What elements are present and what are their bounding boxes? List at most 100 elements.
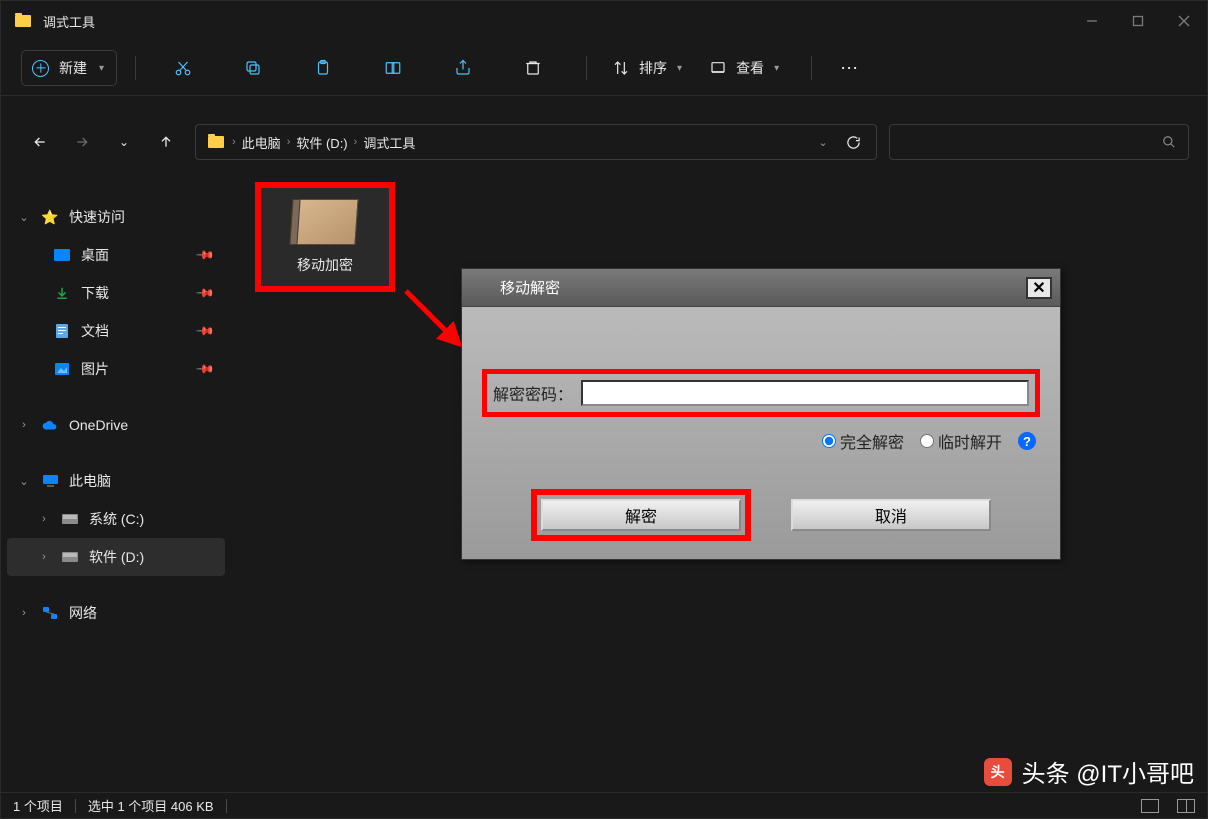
forward-button[interactable] xyxy=(61,122,103,162)
view-details-button[interactable] xyxy=(1141,799,1159,813)
titlebar: 调式工具 xyxy=(1,1,1207,41)
decrypt-dialog: 移动解密 ✕ 解密密码： 完全解密 临时解开 ? 解密 xyxy=(461,268,1061,560)
chevron-down-icon: ▾ xyxy=(774,63,779,74)
main-area: ⌄ ⭐ 快速访问 桌面 📌 下载 📌 文档 📌 图片 xyxy=(1,168,1207,792)
separator xyxy=(135,56,136,80)
folder-icon xyxy=(208,136,224,148)
chevron-down-icon: ▾ xyxy=(677,63,682,74)
more-button[interactable]: ⋯ xyxy=(830,58,870,79)
view-label: 查看 xyxy=(736,58,764,78)
pin-icon: 📌 xyxy=(195,283,215,303)
rename-button[interactable] xyxy=(368,48,418,88)
sidebar-item-desktop[interactable]: 桌面 📌 xyxy=(7,236,225,274)
sidebar-label: 软件 (D:) xyxy=(89,547,144,567)
pin-icon: 📌 xyxy=(195,359,215,379)
star-icon: ⭐ xyxy=(41,208,59,226)
window-title: 调式工具 xyxy=(43,12,95,31)
breadcrumb-folder[interactable]: 调式工具 xyxy=(357,133,421,152)
new-button[interactable]: 新建 ▾ xyxy=(21,50,117,86)
plus-icon xyxy=(32,60,49,77)
radio-full[interactable] xyxy=(822,434,836,448)
content-area[interactable]: 移动加密 移动解密 ✕ 解密密码： xyxy=(231,168,1207,792)
status-selected: 选中 1 个项目 406 KB xyxy=(88,796,214,815)
sidebar-label: OneDrive xyxy=(69,417,128,433)
separator xyxy=(75,799,76,813)
watermark-icon: 头 xyxy=(984,758,1012,786)
radio-temp[interactable] xyxy=(920,434,934,448)
watermark-text: 头条 @IT小哥吧 xyxy=(1022,754,1194,789)
password-row: 解密密码： xyxy=(482,369,1040,417)
option-temp-open[interactable]: 临时解开 xyxy=(920,429,1002,453)
sidebar-item-documents[interactable]: 文档 📌 xyxy=(7,312,225,350)
back-button[interactable] xyxy=(19,122,61,162)
sidebar-label: 系统 (C:) xyxy=(89,509,144,529)
share-button[interactable] xyxy=(438,48,488,88)
paste-button[interactable] xyxy=(298,48,348,88)
chevron-right-icon: › xyxy=(37,551,51,563)
sidebar-item-drive-d[interactable]: › 软件 (D:) xyxy=(7,538,225,576)
recent-button[interactable]: ⌄ xyxy=(103,122,145,162)
navbar: ⌄ › 此电脑 › 软件 (D:) › 调式工具 ⌄ xyxy=(1,116,1207,168)
new-button-label: 新建 xyxy=(59,58,87,78)
highlight-box: 解密 xyxy=(531,489,751,541)
separator xyxy=(586,56,587,80)
search-box[interactable] xyxy=(889,124,1189,160)
sidebar-item-this-pc[interactable]: ⌄ 此电脑 xyxy=(7,462,225,500)
view-tiles-button[interactable] xyxy=(1177,799,1195,813)
copy-button[interactable] xyxy=(228,48,278,88)
sidebar-item-downloads[interactable]: 下载 📌 xyxy=(7,274,225,312)
chevron-down-icon: ▾ xyxy=(99,63,104,74)
sidebar-label: 文档 xyxy=(81,321,109,341)
network-icon xyxy=(41,604,59,622)
view-button[interactable]: 查看 ▾ xyxy=(710,48,779,88)
maximize-button[interactable] xyxy=(1115,1,1161,41)
chevron-right-icon: › xyxy=(37,513,51,525)
status-item-count: 1 个项目 xyxy=(13,796,63,815)
sidebar: ⌄ ⭐ 快速访问 桌面 📌 下载 📌 文档 📌 图片 xyxy=(1,168,231,792)
sidebar-item-pictures[interactable]: 图片 📌 xyxy=(7,350,225,388)
cancel-button[interactable]: 取消 xyxy=(791,499,991,531)
sidebar-item-onedrive[interactable]: › OneDrive xyxy=(7,406,225,444)
file-explorer-window: 调式工具 新建 ▾ 排序 ▾ 查看 ▾ ⋯ xyxy=(0,0,1208,819)
chevron-down-icon: ⌄ xyxy=(17,211,31,224)
file-label: 移动加密 xyxy=(297,255,353,275)
dialog-titlebar[interactable]: 移动解密 ✕ xyxy=(462,269,1060,307)
drive-icon xyxy=(61,510,79,528)
delete-button[interactable] xyxy=(508,48,558,88)
chevron-right-icon: › xyxy=(17,419,31,431)
file-item-encrypted-folder[interactable]: 移动加密 xyxy=(255,182,395,292)
up-button[interactable] xyxy=(145,122,187,162)
sidebar-label: 下载 xyxy=(81,283,109,303)
dialog-buttons: 解密 取消 xyxy=(482,499,1040,545)
pc-icon xyxy=(41,472,59,490)
chevron-down-icon: ⌄ xyxy=(17,475,31,488)
dialog-close-button[interactable]: ✕ xyxy=(1026,277,1052,299)
cut-button[interactable] xyxy=(158,48,208,88)
help-icon[interactable]: ? xyxy=(1018,432,1036,450)
watermark: 头 头条 @IT小哥吧 xyxy=(984,754,1194,789)
folder-thumbnail xyxy=(291,199,358,245)
document-icon xyxy=(53,322,71,340)
sidebar-label: 快速访问 xyxy=(69,207,125,227)
sort-icon xyxy=(613,60,629,76)
sort-button[interactable]: 排序 ▾ xyxy=(613,48,682,88)
sidebar-item-drive-c[interactable]: › 系统 (C:) xyxy=(7,500,225,538)
close-button[interactable] xyxy=(1161,1,1207,41)
sidebar-item-quick-access[interactable]: ⌄ ⭐ 快速访问 xyxy=(7,198,225,236)
breadcrumb-root[interactable]: 此电脑 xyxy=(236,133,287,152)
drive-icon xyxy=(61,548,79,566)
sidebar-item-network[interactable]: › 网络 xyxy=(7,594,225,632)
minimize-button[interactable] xyxy=(1069,1,1115,41)
address-dropdown[interactable]: ⌄ xyxy=(808,136,838,149)
pictures-icon xyxy=(53,360,71,378)
statusbar: 1 个项目 选中 1 个项目 406 KB xyxy=(1,792,1207,818)
password-input[interactable] xyxy=(581,380,1029,406)
breadcrumb-drive[interactable]: 软件 (D:) xyxy=(290,133,353,152)
decrypt-button[interactable]: 解密 xyxy=(541,499,741,531)
address-bar[interactable]: › 此电脑 › 软件 (D:) › 调式工具 ⌄ xyxy=(195,124,877,160)
dialog-body: 解密密码： 完全解密 临时解开 ? 解密 取消 xyxy=(462,307,1060,559)
chevron-right-icon: › xyxy=(17,607,31,619)
sort-label: 排序 xyxy=(639,58,667,78)
refresh-button[interactable] xyxy=(838,135,868,150)
option-full-decrypt[interactable]: 完全解密 xyxy=(822,429,904,453)
